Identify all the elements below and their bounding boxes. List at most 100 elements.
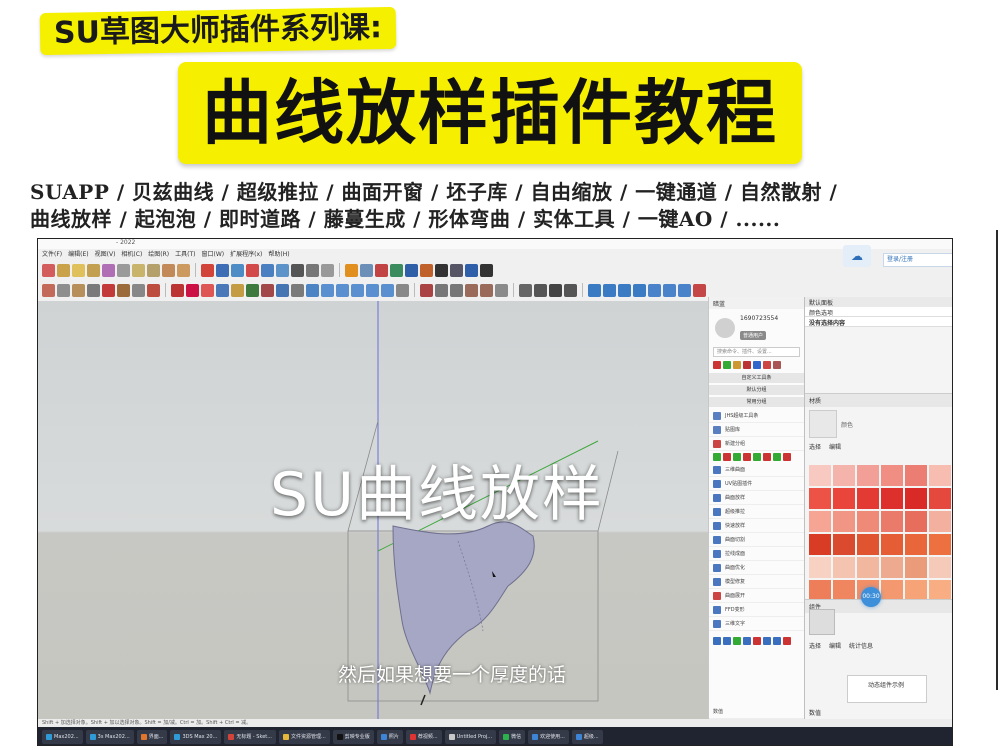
dimension-icon[interactable] [132,283,145,297]
plugin-item[interactable]: 三维曲面 [709,463,804,477]
curve-tool-icon[interactable] [743,637,751,645]
monochrome-icon[interactable] [495,283,508,297]
menu-tools[interactable]: 工具(T) [175,249,195,259]
render-icon[interactable] [678,283,691,297]
front-view-icon[interactable] [336,283,349,297]
smoove-icon[interactable] [246,283,259,297]
color-swatch[interactable] [809,557,831,578]
sandbox-icon[interactable] [231,283,244,297]
color-swatch[interactable] [905,465,927,486]
plugin-quick-icon[interactable] [743,453,751,461]
house-2-icon[interactable] [534,283,547,297]
color-swatch[interactable] [833,557,855,578]
layout-icon[interactable] [375,263,388,277]
camera-icon[interactable] [396,283,409,297]
move-tool-icon[interactable] [162,263,175,277]
line-tool-icon[interactable] [72,263,85,277]
plugin-quick-icon[interactable] [773,361,781,369]
group-common[interactable]: 常用分组 [709,397,804,407]
curve-tool-icon[interactable] [763,637,771,645]
curve-tool-icon[interactable] [753,637,761,645]
component-thumbnail[interactable] [809,609,835,635]
plugin-search-input[interactable]: 搜索命令、插件、设置... [713,347,800,357]
color-swatch[interactable] [857,557,879,578]
arc-tool-icon[interactable] [87,263,100,277]
plugin-quick-icon[interactable] [773,453,781,461]
circle-tool-icon[interactable] [117,263,130,277]
solid-subtract-icon[interactable] [201,283,214,297]
color-swatch[interactable] [929,580,951,601]
paint-bucket-icon[interactable] [72,283,85,297]
shaded-texture-icon[interactable] [480,283,493,297]
menu-edit[interactable]: 编辑(E) [68,249,88,259]
offset-tool-icon[interactable] [147,263,160,277]
arc-draw-icon[interactable] [42,283,55,297]
tray-toggle-icon[interactable] [648,283,661,297]
plugin-quick-icon[interactable] [753,361,761,369]
iso-view-icon[interactable] [306,283,319,297]
look-around-icon[interactable] [306,263,319,277]
menu-help[interactable]: 帮助(H) [268,249,289,259]
color-swatch[interactable] [881,557,903,578]
curve-tool-icon[interactable] [713,637,721,645]
menu-view[interactable]: 视图(V) [95,249,116,259]
solid-trim-icon[interactable] [216,283,229,297]
color-swatch[interactable] [833,534,855,555]
taskbar-item[interactable]: 无标题 - Sket... [224,730,277,744]
shaded-icon[interactable] [465,283,478,297]
taskbar-item[interactable]: 欢迎使用... [528,730,569,744]
color-swatch[interactable] [929,465,951,486]
right-view-icon[interactable] [351,283,364,297]
wireframe-icon[interactable] [435,283,448,297]
pan-tool-icon[interactable] [216,263,229,277]
mail-icon[interactable] [480,263,493,277]
plugin-quick-icon[interactable] [733,361,741,369]
flip-edge-icon[interactable] [291,283,304,297]
stamp-icon[interactable] [261,283,274,297]
rotate-tool-icon[interactable] [177,263,190,277]
curve-tool-icon[interactable] [783,637,791,645]
recording-timer-bubble[interactable]: 00:30 [861,587,881,607]
plugin-quick-icon[interactable] [723,361,731,369]
house-4-icon[interactable] [564,283,577,297]
taskbar-item[interactable]: 3DS Max 20... [170,730,222,744]
house-3-icon[interactable] [549,283,562,297]
color-swatch[interactable] [809,534,831,555]
taskbar-item[interactable]: 荐视频... [405,730,442,744]
axes-icon[interactable] [171,283,184,297]
plugin-quick-icon[interactable] [723,453,731,461]
color-swatch[interactable] [905,511,927,532]
plugin-c-icon[interactable] [420,263,433,277]
color-swatch[interactable] [857,465,879,486]
taskbar-item[interactable]: 界面... [136,730,168,744]
taskbar-item[interactable]: 文件资源管理... [279,730,330,744]
plugin-quick-icon[interactable] [753,453,761,461]
taskbar-item[interactable]: 照片 [376,730,403,744]
left-view-icon[interactable] [381,283,394,297]
orbit-tool-icon[interactable] [201,263,214,277]
color-swatch[interactable] [833,488,855,509]
plugin-item[interactable]: 新建分组 [709,437,804,451]
color-swatch[interactable] [905,488,927,509]
hidden-line-icon[interactable] [450,283,463,297]
plugin-item[interactable]: 模型修复 [709,575,804,589]
taskbar-item[interactable]: 3s Max202... [85,730,134,744]
color-swatch[interactable] [809,580,831,601]
plugin-b-icon[interactable] [405,263,418,277]
color-swatch[interactable] [929,557,951,578]
color-swatch[interactable] [905,580,927,601]
cloud-sync-2-icon[interactable] [633,283,646,297]
menu-draw[interactable]: 绘图(R) [148,249,169,259]
color-swatch[interactable] [905,557,927,578]
tab-statistics[interactable]: 统计信息 [849,641,873,650]
color-swatch[interactable] [881,511,903,532]
color-swatch[interactable] [833,511,855,532]
share-icon[interactable] [663,283,676,297]
color-swatch[interactable] [929,511,951,532]
plugin-item[interactable]: 曲面优化 [709,561,804,575]
tray-style-header[interactable]: 颜色选项 [805,307,952,317]
plugin-quick-icon[interactable] [763,361,771,369]
eraser-tool-icon[interactable] [57,263,70,277]
color-swatch[interactable] [809,511,831,532]
color-swatch[interactable] [809,465,831,486]
